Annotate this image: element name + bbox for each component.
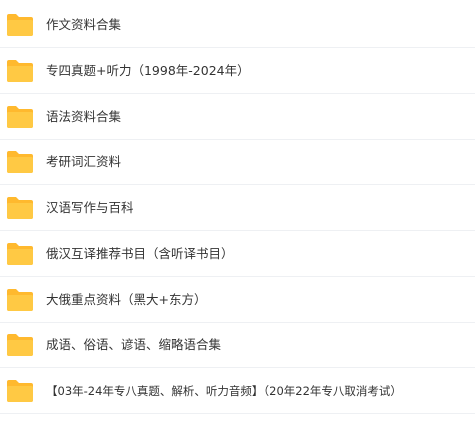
folder-name[interactable]: 【03年-24年专八真题、解析、听力音频】（20年22年专八取消考试）: [46, 381, 402, 401]
folder-name[interactable]: 语法资料合集: [46, 107, 121, 127]
folder-row[interactable]: 专四真题+听力（1998年-2024年）: [0, 49, 475, 94]
folder-name[interactable]: 大俄重点资料（黑大+东方）: [46, 290, 206, 310]
folder-row[interactable]: 考研词汇资料: [0, 140, 475, 185]
folder-icon: [6, 379, 34, 403]
folder-row[interactable]: 俄汉互译推荐书目（含听译书目）: [0, 232, 475, 277]
folder-icon: [6, 196, 34, 220]
folder-row[interactable]: 成语、俗语、谚语、缩略语合集: [0, 323, 475, 368]
folder-icon: [6, 150, 34, 174]
folder-icon: [6, 59, 34, 83]
folder-name[interactable]: 成语、俗语、谚语、缩略语合集: [46, 335, 221, 355]
folder-name[interactable]: 作文资料合集: [46, 15, 121, 35]
folder-row[interactable]: 语法资料合集: [0, 95, 475, 140]
folder-icon: [6, 288, 34, 312]
folder-icon: [6, 242, 34, 266]
folder-icon: [6, 333, 34, 357]
folder-row[interactable]: 作文资料合集: [0, 3, 475, 48]
folder-list: 作文资料合集 专四真题+听力（1998年-2024年） 语法资料合集 考研词汇资…: [0, 0, 475, 422]
folder-icon: [6, 105, 34, 129]
folder-icon: [6, 13, 34, 37]
folder-name[interactable]: 专四真题+听力（1998年-2024年）: [46, 61, 250, 81]
folder-name[interactable]: 俄汉互译推荐书目（含听译书目）: [46, 244, 234, 264]
folder-row[interactable]: 汉语写作与百科: [0, 186, 475, 231]
folder-row[interactable]: 大俄重点资料（黑大+东方）: [0, 278, 475, 323]
folder-row[interactable]: 【03年-24年专八真题、解析、听力音频】（20年22年专八取消考试）: [0, 369, 475, 414]
folder-name[interactable]: 汉语写作与百科: [46, 198, 134, 218]
folder-name[interactable]: 考研词汇资料: [46, 152, 121, 172]
